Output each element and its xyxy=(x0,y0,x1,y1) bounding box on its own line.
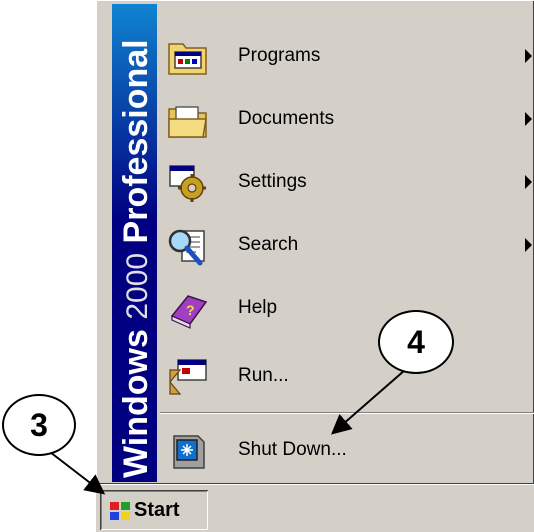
menu-item-programs[interactable]: Programs xyxy=(160,26,534,86)
search-magnifier-icon xyxy=(166,225,210,267)
banner-edition: Professional xyxy=(117,39,155,244)
windows-2000-banner: Windows 2000 Professional xyxy=(112,4,157,482)
documents-folder-icon xyxy=(166,99,210,141)
menu-item-label: Help xyxy=(238,297,278,318)
banner-version: 2000 xyxy=(121,252,154,320)
submenu-arrow-icon xyxy=(525,112,532,126)
banner-text: Windows 2000 Professional xyxy=(117,39,155,478)
menu-item-shut-down[interactable]: Shut Down... xyxy=(160,420,534,480)
menu-item-label: Programs xyxy=(238,45,321,66)
banner-brand: Windows xyxy=(117,329,155,478)
menu-separator xyxy=(160,412,534,414)
start-button[interactable]: Start xyxy=(100,490,208,530)
svg-text:?: ? xyxy=(186,302,195,318)
menu-item-settings[interactable]: Settings xyxy=(160,152,534,212)
menu-item-run[interactable]: Run... xyxy=(160,346,534,406)
menu-item-label: Search xyxy=(238,234,299,255)
programs-folder-icon xyxy=(166,36,210,78)
help-book-icon: ? xyxy=(166,288,210,330)
callout-3: 3 xyxy=(2,394,76,456)
run-window-icon xyxy=(166,356,210,398)
menu-item-help[interactable]: ? Help xyxy=(160,278,534,338)
menu-item-label: Run... xyxy=(238,365,289,386)
menu-item-label: Shut Down... xyxy=(238,439,347,460)
callout-4: 4 xyxy=(378,310,454,374)
shut-down-icon xyxy=(166,430,210,472)
start-label: Start xyxy=(134,499,180,521)
submenu-arrow-icon xyxy=(525,49,532,63)
submenu-arrow-icon xyxy=(525,175,532,189)
windows-flag-icon xyxy=(108,500,132,522)
menu-item-documents[interactable]: Documents xyxy=(160,89,534,149)
settings-gear-icon xyxy=(166,162,210,204)
menu-item-label: Documents xyxy=(238,108,335,129)
menu-item-search[interactable]: Search xyxy=(160,215,534,275)
submenu-arrow-icon xyxy=(525,238,532,252)
menu-item-label: Settings xyxy=(238,171,307,192)
